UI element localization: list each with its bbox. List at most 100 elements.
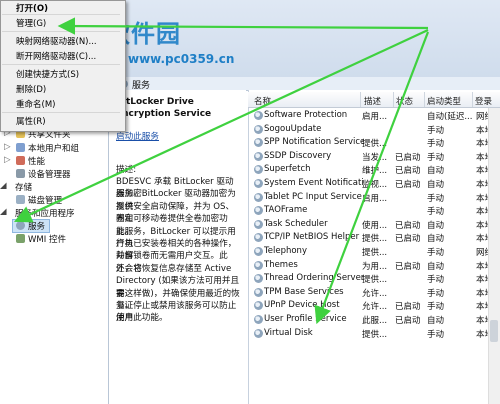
service-gear-icon (254, 219, 263, 229)
table-row[interactable]: System Event Notification 监视... 已启动 自动 本地 (250, 177, 493, 191)
service-gear-icon (254, 247, 263, 256)
column-header-status[interactable]: 状态 (396, 95, 413, 107)
wmi-icon (16, 234, 25, 243)
table-row[interactable]: SogouUpdate 手动 本地 (250, 123, 493, 137)
tree-expand-icon[interactable]: ▷ (4, 155, 11, 165)
service-startup-type: 自动 (427, 166, 445, 177)
service-startup-type: 自动 (427, 180, 445, 190)
column-header-name[interactable]: 名称 (254, 95, 271, 107)
table-row[interactable]: UPnP Device Host 允许... 已启动 手动 本地 (250, 299, 493, 313)
service-startup-type: 自动(延迟... (427, 112, 473, 122)
service-status: 已启动 (395, 316, 421, 326)
service-status: 已启动 (395, 180, 421, 190)
services-icon (16, 221, 25, 230)
description-heading: 描述: (116, 165, 137, 175)
service-description: 监视... (362, 180, 388, 190)
service-startup-type: 手动 (427, 207, 445, 218)
description-line: 使用此功能。 (116, 313, 168, 324)
tree-item-performance[interactable]: 性能 (28, 155, 45, 167)
vertical-scrollbar[interactable] (488, 108, 500, 404)
table-row[interactable]: SPP Notification Service 提供... 手动 本地 (250, 136, 493, 150)
service-name: UPnP Device Host (264, 300, 340, 311)
service-startup-type: 手动 (427, 275, 445, 286)
menu-item-disconnect-network-drive[interactable]: 断开网络驱动器(C)... (16, 50, 96, 62)
service-description: 提供... (362, 248, 388, 258)
tree-item-services[interactable]: 服务 (28, 220, 45, 232)
table-row[interactable]: Thread Ordering Server 提供... 手动 本地 (250, 272, 493, 286)
table-row[interactable]: SSDP Discovery 当发... 已启动 手动 本地 (250, 150, 493, 164)
service-description: 提供... (362, 234, 388, 245)
service-status: 已启动 (395, 152, 421, 163)
column-header-startup-type[interactable]: 启动类型 (427, 95, 461, 107)
column-divider[interactable] (393, 92, 394, 107)
table-row[interactable]: TPM Base Services 允许... 手动 本地 (250, 286, 493, 300)
menu-separator (2, 31, 120, 32)
column-header-logon[interactable]: 登录 (475, 95, 492, 107)
service-description: 维护... (362, 166, 388, 177)
menu-item-create-shortcut[interactable]: 创建快捷方式(S) (16, 68, 79, 80)
tree-item-services-and-apps[interactable]: 服务和应用程序 (15, 207, 75, 219)
table-row[interactable]: Tablet PC Input Service 启用... 手动 本地 (250, 191, 493, 205)
service-description: 提供... (362, 275, 388, 286)
tree-item-disk-management[interactable]: 磁盘管理 (28, 194, 62, 206)
service-gear-icon (254, 274, 263, 284)
service-description: 允许... (362, 288, 388, 299)
tree-collapse-icon[interactable]: ◢ (0, 181, 7, 191)
table-row[interactable]: TCP/IP NetBIOS Helper 提供... 已启动 自动 本地 (250, 231, 493, 245)
service-startup-type: 自动 (427, 220, 445, 231)
menu-item-rename[interactable]: 重命名(M) (16, 98, 55, 110)
tab-strip (109, 77, 500, 91)
menu-item-manage[interactable]: 管理(G) (16, 17, 46, 29)
service-name: TAOFrame (264, 205, 308, 216)
scrollbar-thumb[interactable] (490, 320, 498, 342)
table-row[interactable]: Themes 为用... 已启动 自动 本地 (250, 259, 493, 273)
service-name: Superfetch (264, 164, 311, 175)
service-gear-icon (254, 151, 263, 161)
table-row[interactable]: TAOFrame 手动 本地 (250, 204, 493, 218)
service-gear-icon (254, 315, 263, 324)
service-description: 允许... (362, 302, 388, 313)
service-name: System Event Notification (264, 178, 364, 188)
service-description: 启用... (362, 193, 388, 204)
service-gear-icon (254, 124, 263, 134)
table-row[interactable]: Telephony 提供... 手动 网络 (250, 245, 493, 259)
service-title: BitLocker Drive Encryption Service (116, 97, 212, 119)
tree-item-local-users[interactable]: 本地用户和组 (28, 142, 79, 154)
service-gear-icon (254, 301, 263, 311)
service-status: 已启动 (395, 302, 421, 313)
column-divider[interactable] (472, 92, 473, 107)
service-startup-type: 手动 (427, 152, 445, 163)
tree-item-device-manager[interactable]: 设备管理器 (28, 168, 71, 180)
service-gear-icon (254, 206, 263, 216)
table-row[interactable]: Software Protection 启用... 自动(延迟... 网络 (250, 109, 493, 123)
service-gear-icon (254, 233, 263, 243)
menu-item-open[interactable]: 打开(O) (16, 2, 48, 14)
service-name: SPP Notification Service (264, 137, 364, 148)
column-divider[interactable] (424, 92, 425, 107)
menu-item-map-network-drive[interactable]: 映射网络驱动器(N)... (16, 35, 97, 47)
menu-item-delete[interactable]: 删除(D) (16, 83, 46, 95)
users-icon (16, 143, 25, 152)
service-gear-icon (254, 328, 263, 338)
service-gear-icon (254, 287, 263, 297)
service-startup-type: 手动 (427, 329, 445, 340)
service-startup-type: 自动 (427, 234, 445, 245)
performance-icon (16, 156, 25, 165)
column-header-description[interactable]: 描述 (364, 95, 381, 107)
menu-item-properties[interactable]: 属性(R) (16, 115, 46, 127)
column-divider[interactable] (360, 92, 361, 107)
table-row[interactable]: Virtual Disk 提供... 手动 本地 (250, 327, 493, 341)
service-gear-icon (254, 111, 263, 120)
service-name: User Profile Service (264, 314, 347, 324)
tree-collapse-icon[interactable]: ◢ (0, 207, 7, 217)
table-row[interactable]: Task Scheduler 使用... 已启动 自动 本地 (250, 218, 493, 232)
tree-expand-icon[interactable]: ▷ (4, 142, 11, 152)
tree-item-wmi[interactable]: WMI 控件 (28, 233, 66, 245)
service-gear-icon (254, 165, 263, 175)
tree-item-storage[interactable]: 存储 (15, 181, 32, 193)
service-name: Tablet PC Input Service (264, 191, 362, 202)
service-startup-type: 手动 (427, 288, 445, 299)
table-row[interactable]: User Profile Service 此服... 已启动 自动 本地 (250, 313, 493, 327)
service-description: 为用... (362, 261, 388, 272)
table-row[interactable]: Superfetch 维护... 已启动 自动 本地 (250, 163, 493, 177)
